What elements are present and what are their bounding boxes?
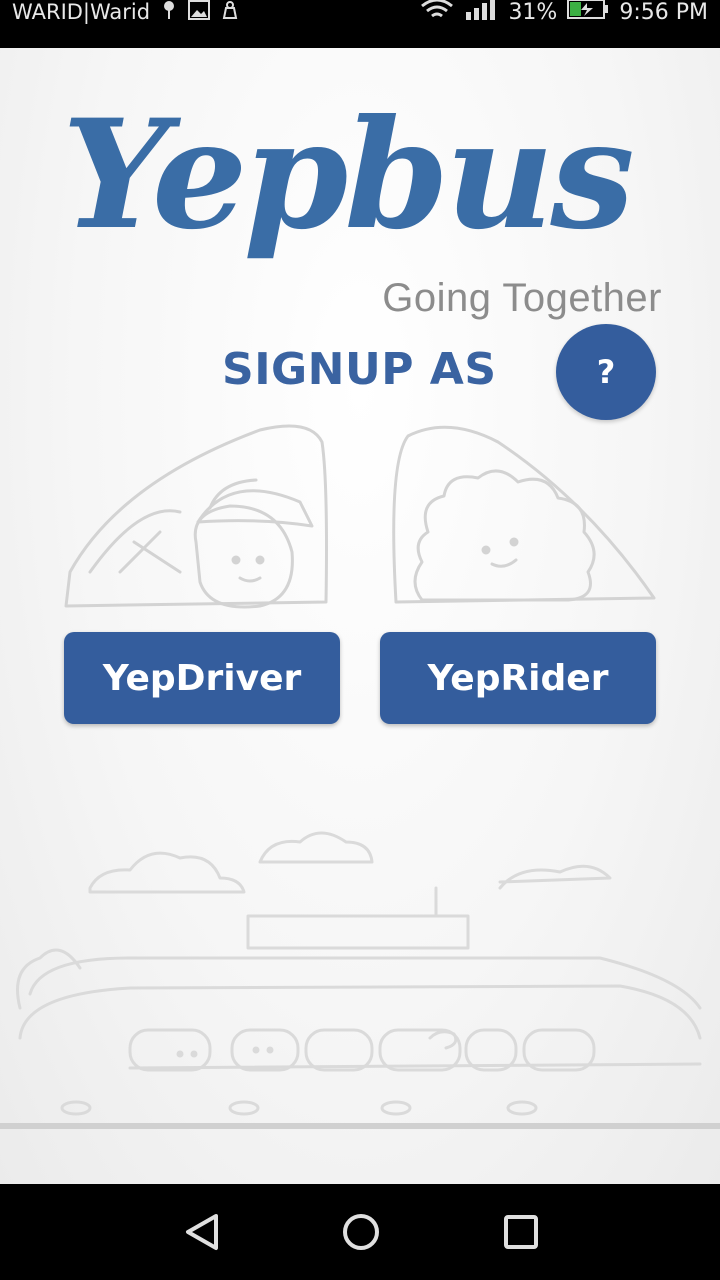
logo-wordmark: Yepbus — [62, 87, 635, 263]
clock: 9:56 PM — [619, 0, 708, 25]
carrier-name: WARID|Warid — [12, 0, 151, 24]
yepbus-logo: Yepbus Going Together — [62, 87, 662, 320]
status-bar: WARID|Warid 31% 9:56 PM — [0, 0, 720, 48]
battery-percent: 31% — [508, 0, 558, 25]
rider-illustration — [388, 422, 660, 618]
home-icon[interactable] — [337, 1208, 385, 1256]
signup-title: SIGNUP AS — [222, 344, 497, 395]
image-icon — [188, 0, 211, 25]
notification-icon — [160, 0, 178, 25]
yeprider-button[interactable]: YepRider — [380, 632, 656, 724]
status-left: WARID|Warid — [12, 0, 240, 24]
back-icon[interactable] — [178, 1208, 226, 1256]
logo-tagline: Going Together — [382, 276, 662, 320]
upload-icon — [220, 0, 240, 25]
yepdriver-button[interactable]: YepDriver — [64, 632, 340, 724]
signal-icon — [464, 0, 498, 26]
help-button[interactable]: ? — [556, 324, 656, 420]
status-right: 31% 9:56 PM — [420, 0, 708, 26]
battery-charging-icon — [567, 0, 609, 26]
navigation-bar — [0, 1184, 720, 1280]
recents-icon[interactable] — [497, 1208, 545, 1256]
bus-background-illustration — [0, 808, 720, 1184]
driver-illustration — [60, 422, 340, 618]
signup-screen: Yepbus Going Together SIGNUP AS ? YepDri — [0, 48, 720, 1184]
wifi-icon — [420, 0, 454, 26]
